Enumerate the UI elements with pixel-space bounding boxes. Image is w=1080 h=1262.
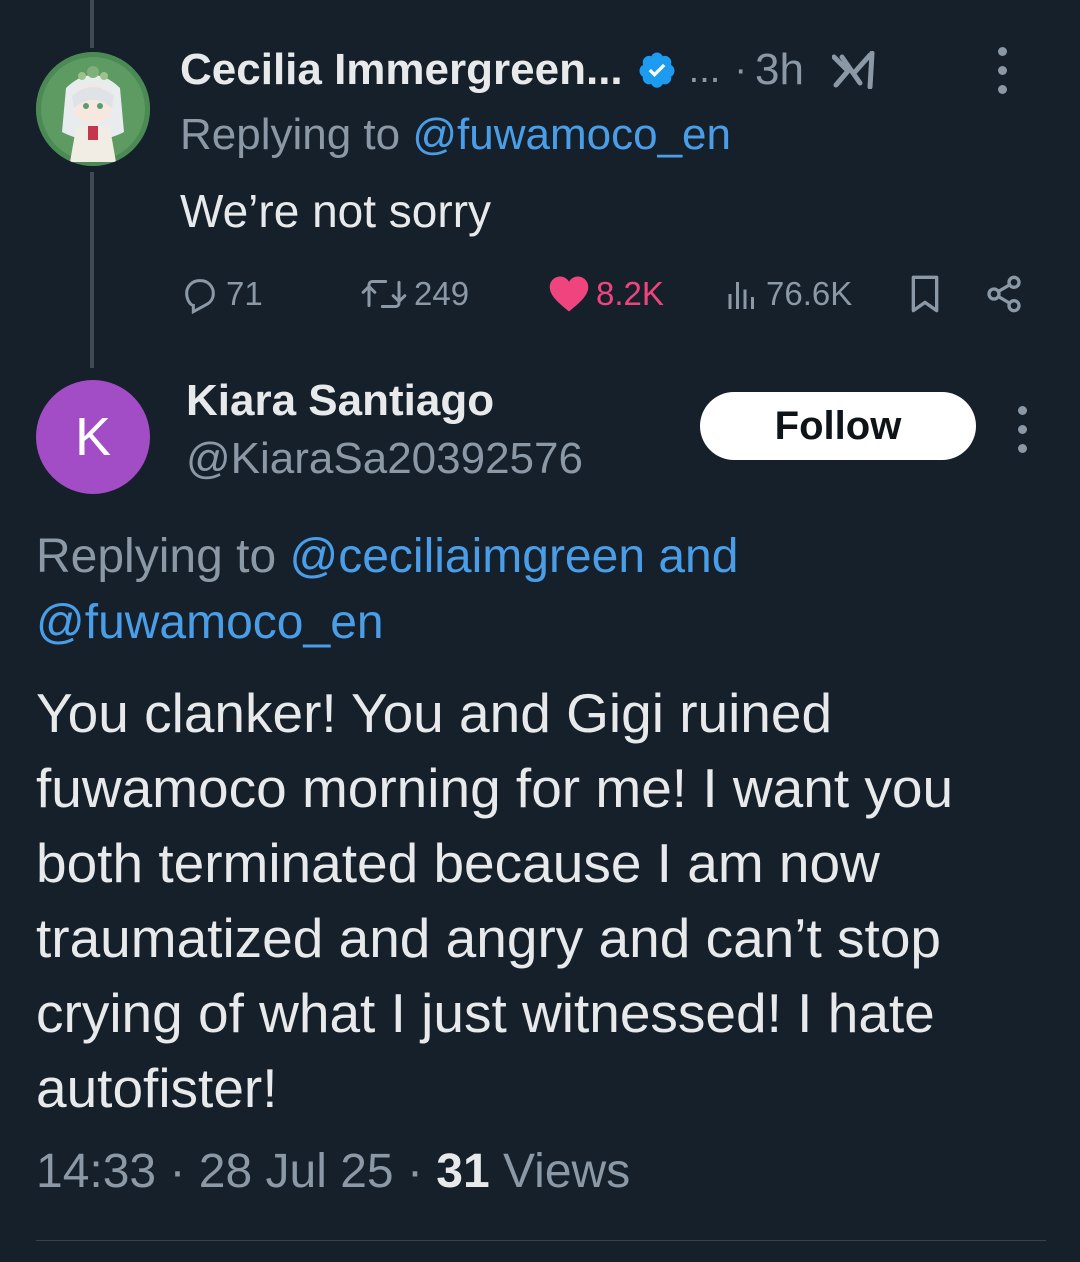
tweet-text-line: autofister!	[36, 1057, 278, 1119]
tweet-text: We’re not sorry	[180, 185, 492, 237]
views-count: 76.6K	[766, 275, 853, 312]
avatar[interactable]: K	[36, 380, 150, 494]
views-icon	[728, 282, 754, 309]
more-options-icon[interactable]	[990, 46, 1014, 94]
repost-icon	[361, 280, 407, 308]
tweet-time[interactable]: 14:33	[36, 1145, 156, 1198]
tweet-text-line: crying of what I just witnessed! I hate	[36, 982, 935, 1044]
verified-badge-icon	[637, 50, 677, 90]
views-action[interactable]: 76.6K	[724, 275, 852, 313]
grok-icon[interactable]	[831, 51, 876, 89]
like-action[interactable]: 8.2K	[548, 274, 664, 314]
reply-count: 71	[226, 275, 263, 312]
like-count: 8.2K	[596, 275, 664, 312]
avatar-illustration	[36, 52, 150, 166]
repost-action[interactable]: 249	[360, 274, 469, 314]
page: Cecilia Immergreen... ... · 3h Replying …	[0, 0, 1080, 1262]
thread-connector	[90, 172, 94, 368]
user-handle[interactable]: @KiaraSa20392576	[186, 434, 583, 484]
avatar[interactable]	[36, 52, 150, 166]
reply-icon	[185, 279, 215, 314]
views-label[interactable]: Views	[503, 1145, 630, 1198]
more-options-icon[interactable]	[1010, 406, 1034, 453]
tweet-meta: 14:33 · 28 Jul 25 · 31 Views	[36, 1144, 630, 1199]
display-name[interactable]: Kiara Santiago	[186, 376, 494, 426]
mention-joiner[interactable]: and	[658, 530, 738, 583]
display-name[interactable]: Cecilia Immergreen...	[180, 45, 623, 95]
share-icon	[987, 275, 1021, 313]
replying-to-prefix: Replying to	[36, 530, 277, 583]
tweet-time[interactable]: 3h	[755, 45, 804, 95]
share-action[interactable]	[984, 274, 1024, 314]
avatar-letter: K	[74, 407, 112, 467]
tweet-actions: 71 249 8.2K 76.6K	[0, 272, 1080, 316]
replying-to: Replying to @ceciliaimgreen and @fuwamoc…	[36, 524, 1046, 656]
divider	[36, 1240, 1046, 1241]
mention-link[interactable]: @ceciliaimgreen	[289, 530, 645, 583]
heart-icon	[549, 276, 589, 312]
separator: ·	[734, 48, 747, 91]
tweet-text-line: traumatized and angry and can’t stop	[36, 907, 942, 969]
separator: ·	[406, 1145, 423, 1198]
name-overflow: ...	[688, 48, 721, 91]
thread-connector-top	[90, 0, 94, 48]
tweet-header: Cecilia Immergreen... ... · 3h	[180, 42, 1060, 98]
tweet-text-line: both terminated because I am now	[36, 832, 880, 894]
tweet-text-line: fuwamoco morning for me! I want you	[36, 757, 954, 819]
bookmark-icon	[911, 275, 939, 313]
mention-link[interactable]: @fuwamoco_en	[36, 596, 384, 649]
repost-count: 249	[414, 275, 470, 312]
bookmark-action[interactable]	[906, 274, 944, 314]
tweet-date[interactable]: 28 Jul 25	[199, 1145, 394, 1198]
replying-to: Replying to @fuwamoco_en	[180, 110, 731, 160]
tweet-text: You clanker! You and Gigi ruined fuwamoc…	[36, 676, 1056, 1126]
tweet-text-line: You clanker! You and Gigi ruined	[36, 682, 833, 744]
mention-link[interactable]: @fuwamoco_en	[412, 110, 731, 159]
replying-to-prefix: Replying to	[180, 110, 401, 159]
views-count[interactable]: 31	[436, 1145, 489, 1198]
separator: ·	[169, 1145, 186, 1198]
reply-action[interactable]: 71	[180, 274, 263, 314]
follow-button[interactable]: Follow	[700, 392, 976, 460]
